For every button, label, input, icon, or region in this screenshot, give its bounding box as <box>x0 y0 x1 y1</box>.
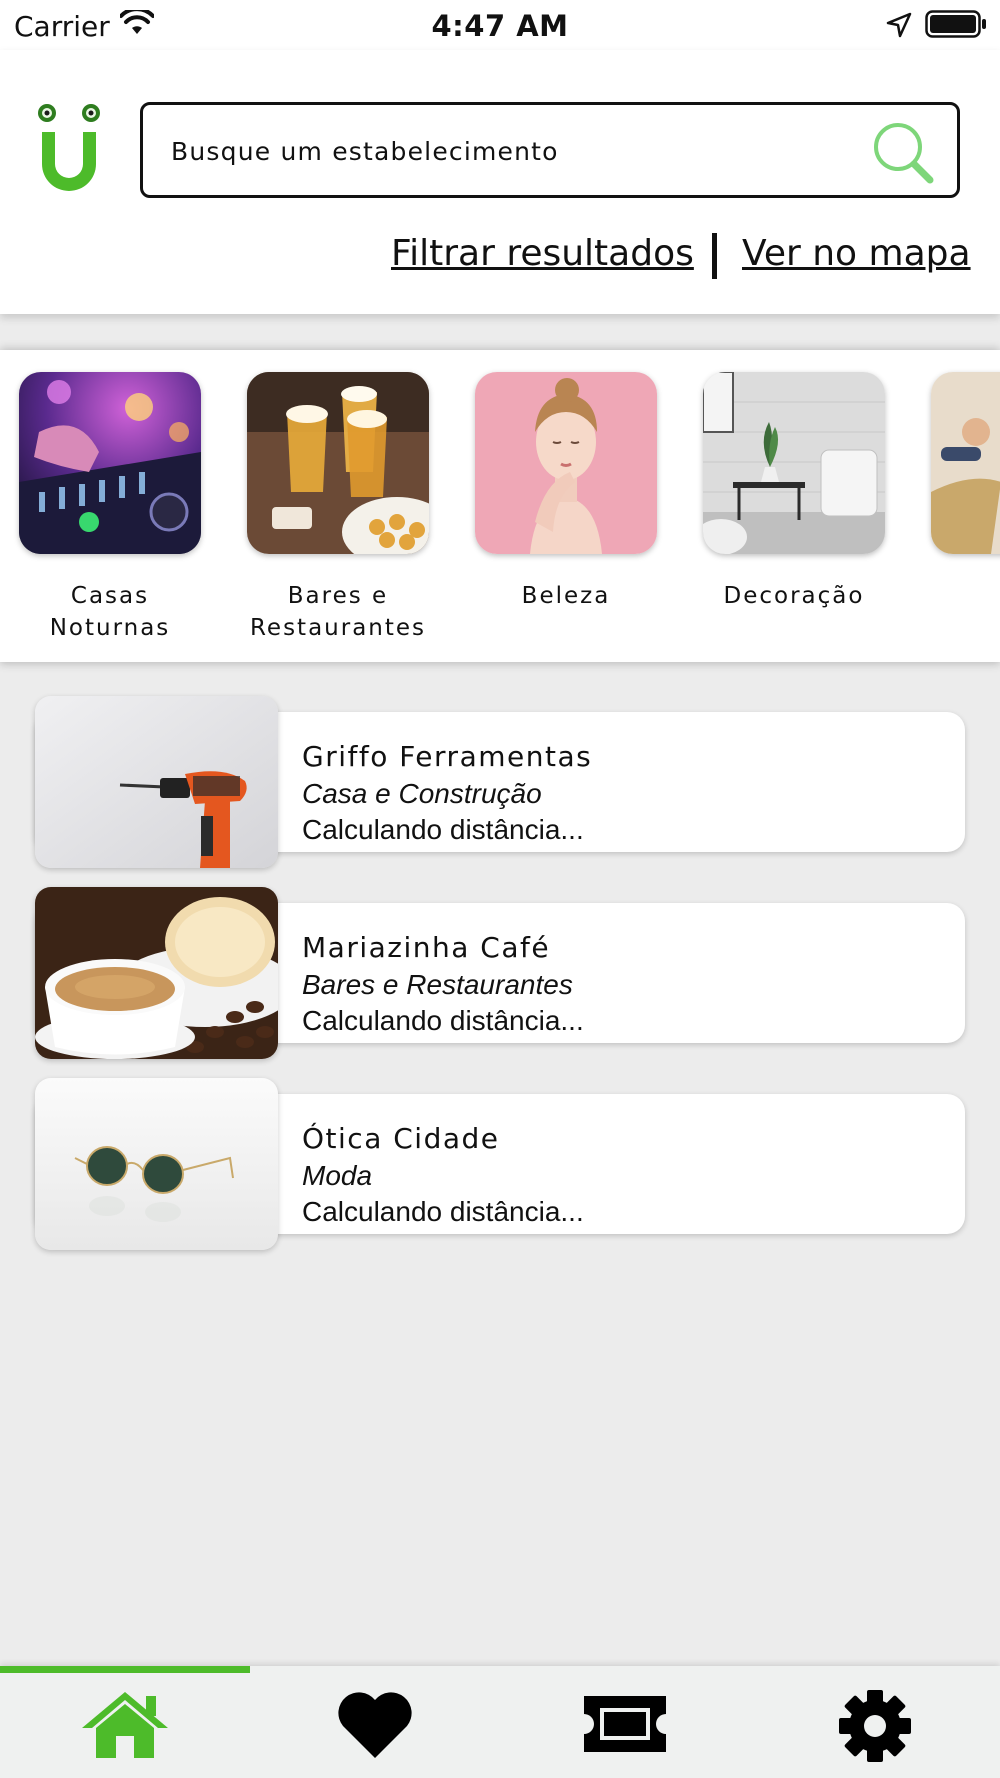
battery-icon <box>925 10 986 38</box>
search-input[interactable] <box>171 129 831 173</box>
category-decoracao[interactable]: Decoração <box>694 372 894 612</box>
tab-home[interactable] <box>0 1666 250 1778</box>
app-logo-icon <box>38 104 100 191</box>
home-icon <box>82 1692 168 1758</box>
listing-category: Casa e Construção <box>302 778 542 809</box>
category-partial[interactable] <box>922 372 1000 580</box>
listing-photo-coffee <box>35 887 278 1059</box>
category-image-person <box>931 372 1000 554</box>
listing-distance: Calculando distância... <box>302 1005 584 1036</box>
search-box <box>140 102 960 198</box>
location-arrow-icon <box>886 12 912 38</box>
search-icon[interactable] <box>868 119 938 185</box>
listing-card-otica-cidade[interactable]: Ótica Cidade Moda Calculando distância..… <box>35 1078 965 1250</box>
category-label: Decoração <box>723 583 865 609</box>
listing-name: Griffo Ferramentas <box>302 740 593 773</box>
category-carousel[interactable]: Casas Noturnas Bares e Restaurantes Bele… <box>0 350 1000 662</box>
gear-icon <box>839 1690 911 1762</box>
listing-photo-sunglasses <box>35 1078 278 1250</box>
tab-tickets[interactable] <box>500 1666 750 1778</box>
category-image-living-room <box>703 372 885 554</box>
category-label: Casas Noturnas <box>49 583 171 641</box>
category-image-dj-mixer <box>19 372 201 554</box>
category-label: Beleza <box>521 583 611 609</box>
listing-category: Bares e Restaurantes <box>302 969 573 1000</box>
listing-name: Ótica Cidade <box>302 1122 500 1155</box>
listing-distance: Calculando distância... <box>302 814 584 845</box>
bottom-tab-bar <box>0 1666 1000 1778</box>
status-bar: Carrier 4:47 AM <box>0 0 1000 50</box>
listing-distance: Calculando distância... <box>302 1196 584 1227</box>
listing-category: Moda <box>302 1160 373 1191</box>
category-label: Bares e Restaurantes <box>249 583 427 641</box>
link-divider <box>712 233 717 279</box>
listing-photo-drill <box>35 696 278 868</box>
filter-results-link[interactable]: Filtrar resultados <box>391 233 694 274</box>
category-image-beauty <box>475 372 657 554</box>
status-time: 4:47 AM <box>431 9 569 43</box>
category-bares-restaurantes[interactable]: Bares e Restaurantes <box>238 372 438 644</box>
listing-name: Mariazinha Café <box>302 931 551 964</box>
view-on-map-link[interactable]: Ver no mapa <box>742 233 971 274</box>
header: Filtrar resultados Ver no mapa <box>0 50 1000 314</box>
ticket-icon <box>584 1696 666 1752</box>
category-image-beer-toast <box>247 372 429 554</box>
category-casas-noturnas[interactable]: Casas Noturnas <box>10 372 210 644</box>
listing-card-mariazinha-cafe[interactable]: Mariazinha Café Bares e Restaurantes Cal… <box>35 887 965 1059</box>
listing-card-griffo-ferramentas[interactable]: Griffo Ferramentas Casa e Construção Cal… <box>35 696 965 868</box>
tab-settings[interactable] <box>750 1666 1000 1778</box>
heart-icon <box>338 1692 412 1758</box>
tab-favorites[interactable] <box>250 1666 500 1778</box>
category-beleza[interactable]: Beleza <box>466 372 666 612</box>
